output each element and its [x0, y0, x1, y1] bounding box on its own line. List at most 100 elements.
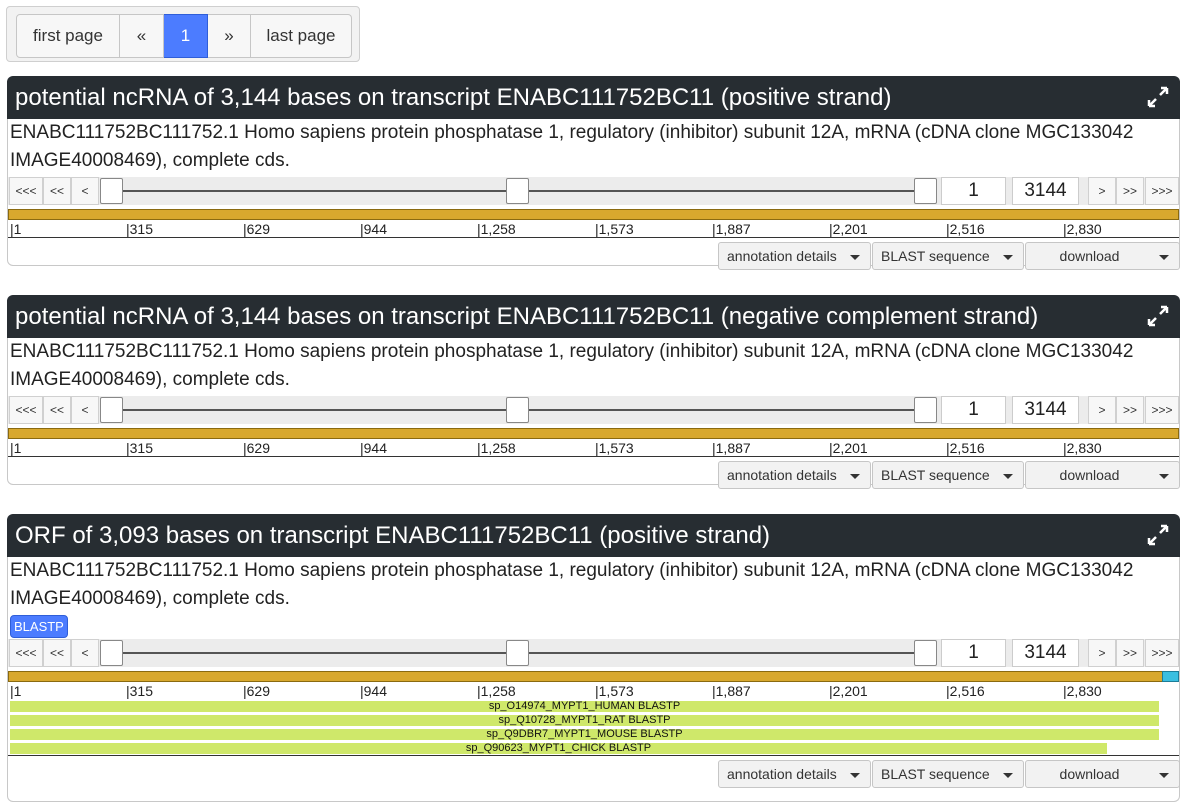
transcript-description: ENABC111752BC111752.1 Homo sapiens prote… [10, 122, 1134, 171]
dropdown-label: download [1059, 467, 1120, 483]
caret-down-icon [1159, 474, 1169, 479]
range-end-input[interactable]: 3144 [1012, 396, 1079, 424]
ruler-tick: |629 [243, 683, 270, 699]
ruler-tick: |629 [243, 440, 270, 456]
blast-hit-bar[interactable]: sp_Q90623_MYPT1_CHICK BLASTP [10, 743, 1107, 754]
ruler-tick: |2,830 [1063, 683, 1102, 699]
expand-icon[interactable] [1146, 85, 1170, 109]
scroll-forward-far-button[interactable]: >> [1116, 639, 1144, 667]
scroll-start-button[interactable]: <<< [9, 639, 43, 667]
caret-down-icon [1159, 773, 1169, 778]
scroll-end-button[interactable]: >>> [1145, 396, 1179, 424]
scroll-start-button[interactable]: <<< [9, 177, 43, 205]
ruler-tick: |2,201 [829, 440, 868, 456]
panel-ncrna-negative: potential ncRNA of 3,144 bases on transc… [7, 295, 1180, 489]
caret-down-icon [1003, 474, 1013, 479]
sequence-track [8, 428, 1179, 439]
caret-down-icon [1159, 255, 1169, 260]
blast-sequence-dropdown[interactable]: BLAST sequence [872, 760, 1024, 788]
scroll-back-button[interactable]: < [71, 639, 99, 667]
blast-hit-bar[interactable]: sp_Q10728_MYPT1_RAT BLASTP [10, 715, 1159, 726]
last-page-button[interactable]: last page [251, 14, 352, 58]
slider-center-handle[interactable] [506, 397, 529, 423]
expand-icon[interactable] [1146, 304, 1170, 328]
scroll-forward-far-button[interactable]: >> [1116, 396, 1144, 424]
page-1-button[interactable]: 1 [164, 14, 208, 58]
slider-left-handle[interactable] [100, 640, 123, 666]
download-dropdown[interactable]: download [1025, 760, 1180, 788]
ruler-tick: |1 [10, 440, 22, 456]
ruler-tick: |315 [126, 683, 153, 699]
slider-right-handle[interactable] [914, 640, 937, 666]
range-end-input[interactable]: 3144 [1012, 639, 1079, 667]
scroll-navigation: <<< << < 1 3144 > >> >>> [8, 177, 1179, 205]
annotation-details-dropdown[interactable]: annotation details [718, 461, 871, 489]
dropdown-label: BLAST sequence [881, 766, 990, 782]
panel-header: potential ncRNA of 3,144 bases on transc… [7, 76, 1180, 119]
scroll-forward-button[interactable]: > [1088, 639, 1116, 667]
scroll-end-button[interactable]: >>> [1145, 177, 1179, 205]
scroll-navigation: <<< << < 1 3144 > >> >>> [8, 396, 1179, 424]
prev-page-button[interactable]: « [120, 14, 164, 58]
ruler-tick: |1,887 [712, 221, 751, 237]
blast-hit-bar[interactable]: sp_O14974_MYPT1_HUMAN BLASTP [10, 701, 1159, 712]
scroll-start-button[interactable]: <<< [9, 396, 43, 424]
scroll-back-far-button[interactable]: << [43, 396, 71, 424]
range-start-input[interactable]: 1 [941, 177, 1006, 205]
ruler-tick: |2,201 [829, 221, 868, 237]
panel-actions: annotation details BLAST sequence downlo… [8, 760, 1180, 790]
ruler-tick: |1,258 [477, 683, 516, 699]
panel-body: ENABC111752BC111752.1 Homo sapiens prote… [7, 557, 1180, 802]
panel-header: potential ncRNA of 3,144 bases on transc… [7, 295, 1180, 338]
orf-end-segment [1162, 671, 1179, 682]
scroll-back-button[interactable]: < [71, 177, 99, 205]
scroll-forward-button[interactable]: > [1088, 396, 1116, 424]
position-ruler: |1 |315 |629 |944 |1,258 |1,573 |1,887 |… [8, 439, 1179, 457]
dropdown-label: annotation details [727, 766, 837, 782]
scroll-forward-button[interactable]: > [1088, 177, 1116, 205]
first-page-button[interactable]: first page [16, 14, 120, 58]
ruler-tick: |315 [126, 440, 153, 456]
ruler-tick: |2,201 [829, 683, 868, 699]
scroll-navigation: <<< << < 1 3144 > >> >>> [8, 639, 1179, 667]
position-ruler: |1 |315 |629 |944 |1,258 |1,573 |1,887 |… [8, 220, 1179, 238]
expand-icon[interactable] [1146, 523, 1170, 547]
ruler-tick: |944 [360, 440, 387, 456]
slider-left-handle[interactable] [100, 397, 123, 423]
slider-center-handle[interactable] [506, 640, 529, 666]
scroll-forward-far-button[interactable]: >> [1116, 177, 1144, 205]
blast-hit-bar[interactable]: sp_Q9DBR7_MYPT1_MOUSE BLASTP [10, 729, 1159, 740]
panel-title: potential ncRNA of 3,144 bases on transc… [15, 83, 892, 111]
dropdown-label: BLAST sequence [881, 248, 990, 264]
scroll-back-button[interactable]: < [71, 396, 99, 424]
transcript-description: ENABC111752BC111752.1 Homo sapiens prote… [10, 560, 1134, 609]
scroll-back-far-button[interactable]: << [43, 177, 71, 205]
slider-center-handle[interactable] [506, 178, 529, 204]
slider-left-handle[interactable] [100, 178, 123, 204]
download-dropdown[interactable]: download [1025, 461, 1180, 489]
blast-sequence-dropdown[interactable]: BLAST sequence [872, 242, 1024, 270]
scroll-back-far-button[interactable]: << [43, 639, 71, 667]
slider-right-handle[interactable] [914, 178, 937, 204]
next-page-button[interactable]: » [208, 14, 251, 58]
blast-sequence-dropdown[interactable]: BLAST sequence [872, 461, 1024, 489]
ruler-tick: |1,258 [477, 440, 516, 456]
ruler-tick: |1,573 [595, 683, 634, 699]
range-start-input[interactable]: 1 [941, 639, 1006, 667]
ruler-tick: |944 [360, 683, 387, 699]
ruler-tick: |1,887 [712, 683, 751, 699]
panel-title: ORF of 3,093 bases on transcript ENABC11… [15, 521, 771, 549]
range-end-input[interactable]: 3144 [1012, 177, 1079, 205]
range-start-input[interactable]: 1 [941, 396, 1006, 424]
annotation-details-dropdown[interactable]: annotation details [718, 760, 871, 788]
panel-body: ENABC111752BC111752.1 Homo sapiens prote… [7, 338, 1180, 489]
ruler-tick: |2,516 [946, 683, 985, 699]
scroll-end-button[interactable]: >>> [1145, 639, 1179, 667]
slider-right-handle[interactable] [914, 397, 937, 423]
blastp-badge[interactable]: BLASTP [10, 615, 68, 638]
ruler-tick: |2,516 [946, 221, 985, 237]
download-dropdown[interactable]: download [1025, 242, 1180, 270]
ruler-tick: |2,830 [1063, 221, 1102, 237]
annotation-details-dropdown[interactable]: annotation details [718, 242, 871, 270]
ruler-tick: |1,887 [712, 440, 751, 456]
